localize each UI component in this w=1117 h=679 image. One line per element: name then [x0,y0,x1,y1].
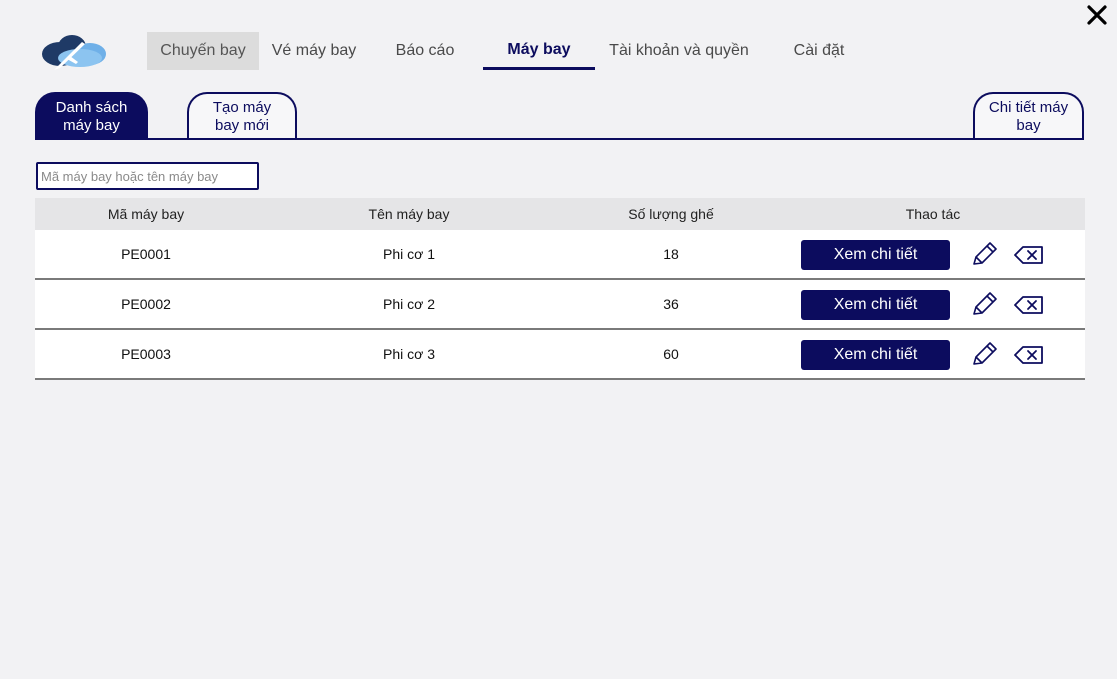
view-detail-button[interactable]: Xem chi tiết [801,240,950,270]
header-aircraft-name: Tên máy bay [368,206,450,222]
subtab-create-aircraft-label: Tạo máy bay mới [212,98,272,134]
header-aircraft-code: Mã máy bay [107,206,185,222]
cell-seat-count: 60 [663,346,679,362]
nav-tab-reports[interactable]: Báo cáo [370,32,480,70]
subtab-aircraft-detail-label: Chi tiết máy bay [988,98,1069,134]
cell-aircraft-name: Phi cơ 2 [383,296,435,312]
nav-tab-accounts[interactable]: Tài khoản và quyền [600,32,758,70]
nav-tab-tickets[interactable]: Vé máy bay [260,32,368,70]
table-row: PE0001 Phi cơ 1 18 Xem chi tiết [35,230,1085,280]
nav-tab-settings[interactable]: Cài đặt [765,32,873,70]
subtab-aircraft-list-label: Danh sách máy bay [55,98,128,134]
table-header: Mã máy bay Tên máy bay Số lượng ghế Thao… [35,198,1085,230]
aircraft-table: Mã máy bay Tên máy bay Số lượng ghế Thao… [35,198,1085,380]
cell-aircraft-name: Phi cơ 1 [383,246,435,262]
header-actions: Thao tác [905,206,961,222]
airplane-cloud-logo-icon [42,35,106,70]
search-input[interactable] [36,162,259,190]
close-icon [1087,5,1107,25]
pencil-icon[interactable] [969,341,999,369]
app-logo [38,32,108,72]
subtab-create-aircraft[interactable]: Tạo máy bay mới [187,92,297,139]
pencil-icon[interactable] [969,241,999,269]
nav-tab-flights[interactable]: Chuyến bay [147,32,259,70]
close-button[interactable] [1084,2,1110,28]
table-row: PE0003 Phi cơ 3 60 Xem chi tiết [35,330,1085,380]
subtab-aircraft-list[interactable]: Danh sách máy bay [35,92,148,139]
subtab-divider [35,138,1084,140]
cell-aircraft-name: Phi cơ 3 [383,346,435,362]
header-seat-count: Số lượng ghế [628,206,714,222]
view-detail-button[interactable]: Xem chi tiết [801,340,950,370]
subtab-aircraft-detail[interactable]: Chi tiết máy bay [973,92,1084,139]
cell-seat-count: 18 [663,246,679,262]
cell-seat-count: 36 [663,296,679,312]
cell-aircraft-code: PE0003 [121,346,171,362]
pencil-icon[interactable] [969,291,999,319]
cell-aircraft-code: PE0002 [121,296,171,312]
backspace-delete-icon[interactable] [1013,293,1045,317]
table-row: PE0002 Phi cơ 2 36 Xem chi tiết [35,280,1085,330]
backspace-delete-icon[interactable] [1013,243,1045,267]
backspace-delete-icon[interactable] [1013,343,1045,367]
view-detail-button[interactable]: Xem chi tiết [801,290,950,320]
cell-aircraft-code: PE0001 [121,246,171,262]
nav-tab-aircraft[interactable]: Máy bay [483,32,595,70]
